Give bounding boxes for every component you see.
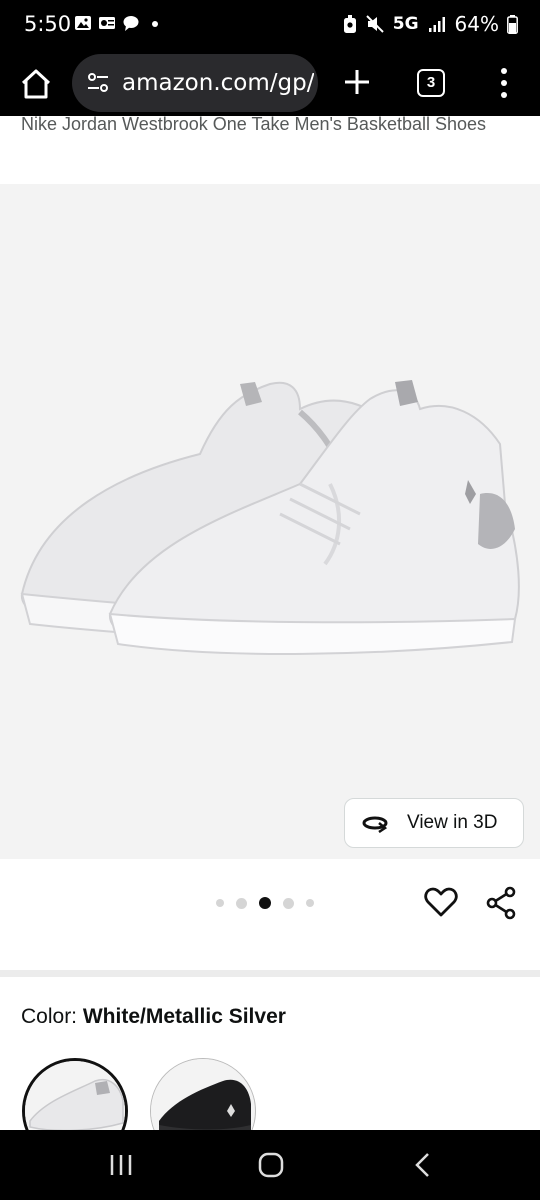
tab-switcher-button[interactable]: 3 [417,69,445,97]
alarm-lock-icon [343,15,356,33]
view-in-3d-button[interactable]: View in 3D [344,798,524,848]
battery-percent: 64% [454,12,499,36]
color-value: White/Metallic Silver [82,1005,286,1028]
status-time: 5:50 [24,12,72,36]
image-carousel-indicator[interactable] [216,897,314,909]
carousel-dot[interactable] [236,897,247,909]
system-status: 5G 64% [343,12,518,36]
product-title-area: Nike Jordan Westbrook One Take Men's Bas… [0,116,540,184]
address-bar[interactable]: amazon.com/gp/ [72,54,318,112]
color-selection-label: Color: White/Metallic Silver [21,1005,286,1029]
signal-icon [428,17,445,32]
url-text: amazon.com/gp/ [122,70,315,96]
chat-notification-icon [123,16,139,31]
more-notifications-dot-icon [152,21,158,27]
home-icon[interactable] [16,64,56,104]
status-bar: 5:50 5G 64% [0,0,540,50]
carousel-dot-active[interactable] [259,897,271,909]
notification-icons [74,14,164,32]
section-divider [0,970,540,977]
wishlist-heart-icon[interactable] [424,886,458,918]
home-nav-icon[interactable] [256,1150,286,1180]
recent-apps-icon[interactable] [106,1150,136,1180]
product-title[interactable]: Nike Jordan Westbrook One Take Men's Bas… [21,116,491,139]
carousel-dot[interactable] [216,899,224,907]
browser-toolbar: amazon.com/gp/ 3 [0,50,540,116]
system-navigation-bar [0,1130,540,1200]
mute-icon [366,15,384,33]
back-icon[interactable] [408,1150,438,1180]
outlook-notification-icon [99,17,115,29]
carousel-dot[interactable] [306,899,314,907]
gallery-notification-icon [75,16,91,30]
product-image-gallery[interactable]: View in 3D [0,184,540,859]
site-settings-icon[interactable] [84,69,112,97]
color-label: Color: [21,1005,83,1028]
battery-icon [507,14,518,34]
more-menu-icon[interactable] [494,66,514,100]
share-icon[interactable] [486,886,516,920]
rotate-3d-icon [362,816,388,833]
network-type: 5G [392,14,419,34]
carousel-dot[interactable] [283,897,294,909]
sneaker-product-image [20,380,520,655]
new-tab-icon[interactable] [340,64,374,100]
view-in-3d-label: View in 3D [407,812,498,833]
